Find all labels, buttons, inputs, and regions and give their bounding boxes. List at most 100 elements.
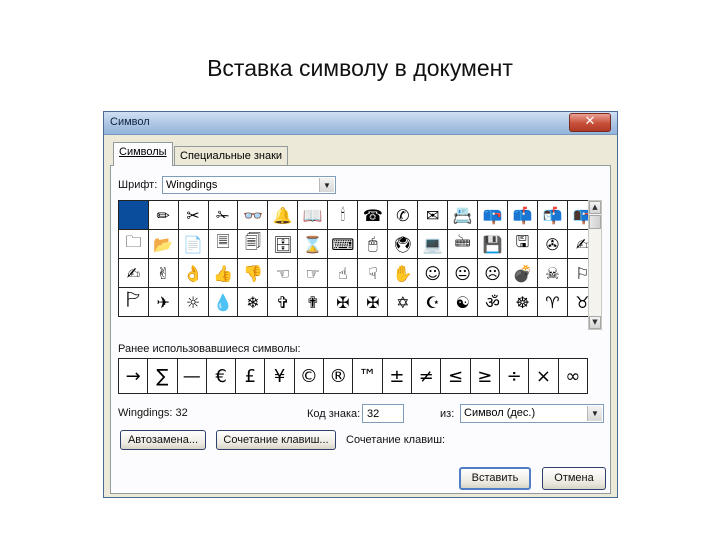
symbol-cell[interactable]: 📪 (477, 200, 509, 230)
symbol-cell[interactable]: ✆ (387, 200, 419, 230)
symbol-cell[interactable]: 🖮 (447, 229, 479, 259)
symbol-cell[interactable]: 💧 (207, 287, 239, 317)
symbol-cell[interactable]: 🕯 (327, 200, 359, 230)
chevron-down-icon[interactable]: ▼ (319, 178, 334, 192)
char-info: Wingdings: 32 (118, 407, 188, 419)
symbol-cell[interactable]: ☼ (177, 287, 209, 317)
symbol-cell[interactable]: ॐ (477, 287, 509, 317)
code-field[interactable]: 32 (362, 404, 404, 423)
scroll-thumb[interactable] (589, 215, 601, 229)
symbol-cell[interactable]: 😐 (447, 258, 479, 288)
recent-symbol-cell[interactable]: ≤ (440, 358, 471, 394)
symbol-grid: ✏ ✂ ✁ 👓 🔔 📖 🕯 ☎ ✆ ✉ 📇 📪 📫 📬 📭 🗀 📂 📄 🗏 🗐 🗄 ⌛ ⌨ 🖱 🖲 💻 🖮 💾 🖫 ✇ ✍ ✍ ✌ 👌 👍 👎 ☜ ☞ ☝ ☟… (118, 200, 599, 317)
symbol-cell[interactable]: ⌛ (297, 229, 329, 259)
symbol-cell[interactable]: 📂 (147, 229, 179, 259)
symbol-cell[interactable]: ☝ (327, 258, 359, 288)
symbol-cell[interactable]: ♈ (536, 287, 568, 317)
recent-symbol-cell[interactable]: × (528, 358, 559, 394)
symbol-cell[interactable]: ☞ (297, 258, 329, 288)
recent-symbol-cell[interactable]: ∞ (557, 358, 589, 394)
symbol-cell[interactable]: 📫 (507, 200, 538, 230)
recent-symbol-cell[interactable]: → (117, 358, 149, 394)
symbol-cell[interactable]: 💣 (507, 258, 538, 288)
symbol-cell[interactable]: ☟ (357, 258, 389, 288)
autocorrect-button[interactable]: Автозамена... (120, 430, 206, 450)
recent-symbol-cell[interactable]: ≠ (411, 358, 442, 394)
shortcut-key-button[interactable]: Сочетание клавиш... (216, 430, 336, 450)
close-button[interactable]: ✕ (569, 113, 611, 132)
symbol-cell[interactable]: ✋ (387, 258, 419, 288)
symbol-grid-scrollbar[interactable]: ▲ ▼ (588, 200, 602, 330)
font-label: Шрифт: (118, 179, 158, 191)
recent-symbol-cell[interactable]: © (293, 358, 325, 394)
symbol-cell[interactable]: 📖 (297, 200, 329, 230)
recent-symbol-cell[interactable]: € (205, 358, 237, 394)
symbol-cell[interactable]: 👎 (237, 258, 269, 288)
tab-symbols[interactable]: Символы (113, 142, 173, 166)
symbol-cell[interactable]: ☠ (536, 258, 568, 288)
symbol-cell[interactable]: 🖫 (507, 229, 538, 259)
shortcut-key-text: Сочетание клавиш: (346, 434, 446, 446)
symbol-cell[interactable]: ⌨ (327, 229, 359, 259)
symbol-cell[interactable]: 🖱 (357, 229, 389, 259)
symbol-cell[interactable]: 👍 (207, 258, 239, 288)
symbol-cell[interactable]: 🗀 (118, 229, 149, 259)
symbol-cell[interactable]: ✍ (118, 258, 149, 288)
symbol-cell[interactable]: ✁ (207, 200, 239, 230)
symbol-cell[interactable]: ✡ (387, 287, 419, 317)
symbol-cell[interactable]: ✠ (327, 287, 359, 317)
symbol-cell[interactable]: ✏ (147, 200, 179, 230)
recent-symbol-cell[interactable]: ≥ (469, 358, 501, 394)
symbol-cell[interactable]: 📬 (536, 200, 568, 230)
symbol-cell[interactable]: ☸ (507, 287, 538, 317)
symbol-cell[interactable]: ☹ (477, 258, 509, 288)
symbol-cell[interactable]: 🏱 (118, 287, 149, 317)
symbol-cell[interactable]: 📄 (177, 229, 209, 259)
recent-symbol-cell[interactable]: £ (235, 358, 266, 394)
symbol-cell[interactable]: 👓 (237, 200, 269, 230)
symbol-cell[interactable]: ✠ (357, 287, 389, 317)
symbol-cell[interactable]: ☜ (267, 258, 299, 288)
symbol-cell[interactable]: ✉ (417, 200, 449, 230)
symbol-cell[interactable]: ✇ (536, 229, 568, 259)
symbol-cell[interactable]: 🗏 (207, 229, 239, 259)
insert-button[interactable]: Вставить (459, 467, 531, 490)
font-select[interactable]: Wingdings ▼ (162, 176, 336, 194)
bottom-area (110, 414, 611, 494)
close-icon: ✕ (584, 114, 596, 129)
symbol-cell[interactable]: ☯ (447, 287, 479, 317)
recent-symbol-cell[interactable]: ∑ (147, 358, 178, 394)
symbol-cell[interactable]: ✂ (177, 200, 209, 230)
dialog-titlebar[interactable]: Символ ✕ (104, 112, 617, 135)
symbol-cell[interactable]: 💾 (477, 229, 509, 259)
scroll-down-icon[interactable]: ▼ (589, 316, 601, 329)
cancel-button[interactable]: Отмена (542, 467, 606, 490)
symbol-cell[interactable]: ☎ (357, 200, 389, 230)
recent-symbols-grid: → ∑ — € £ ¥ © ® ™ ± ≠ ≤ ≥ ÷ × ∞ (117, 358, 589, 394)
symbol-cell[interactable]: 👌 (177, 258, 209, 288)
symbol-cell[interactable]: ❄ (237, 287, 269, 317)
scroll-up-icon[interactable]: ▲ (589, 201, 601, 214)
symbol-cell[interactable]: 💻 (417, 229, 449, 259)
symbol-cell[interactable]: ☪ (417, 287, 449, 317)
symbol-cell[interactable]: 🔔 (267, 200, 299, 230)
recent-symbol-cell[interactable]: ¥ (264, 358, 295, 394)
encoding-select[interactable]: Символ (дес.) ▼ (460, 404, 604, 423)
recent-symbol-cell[interactable]: — (176, 358, 207, 394)
symbol-cell[interactable]: ✟ (297, 287, 329, 317)
symbol-cell[interactable]: 🖲 (387, 229, 419, 259)
symbol-cell[interactable] (118, 200, 149, 230)
symbol-cell[interactable]: 📇 (447, 200, 479, 230)
symbol-cell[interactable]: 🗐 (237, 229, 269, 259)
tab-special-characters[interactable]: Специальные знаки (174, 146, 289, 166)
chevron-down-icon[interactable]: ▼ (587, 406, 602, 421)
symbol-cell[interactable]: 🗄 (267, 229, 299, 259)
symbol-cell[interactable]: ✞ (267, 287, 299, 317)
recent-symbol-cell[interactable]: ® (323, 358, 354, 394)
recent-symbol-cell[interactable]: ÷ (498, 358, 530, 394)
recent-symbol-cell[interactable]: ± (381, 358, 413, 394)
symbol-cell[interactable]: ✌ (147, 258, 179, 288)
symbol-cell[interactable]: ✈ (147, 287, 179, 317)
symbol-cell[interactable]: ☺ (417, 258, 449, 288)
recent-symbol-cell[interactable]: ™ (352, 358, 383, 394)
